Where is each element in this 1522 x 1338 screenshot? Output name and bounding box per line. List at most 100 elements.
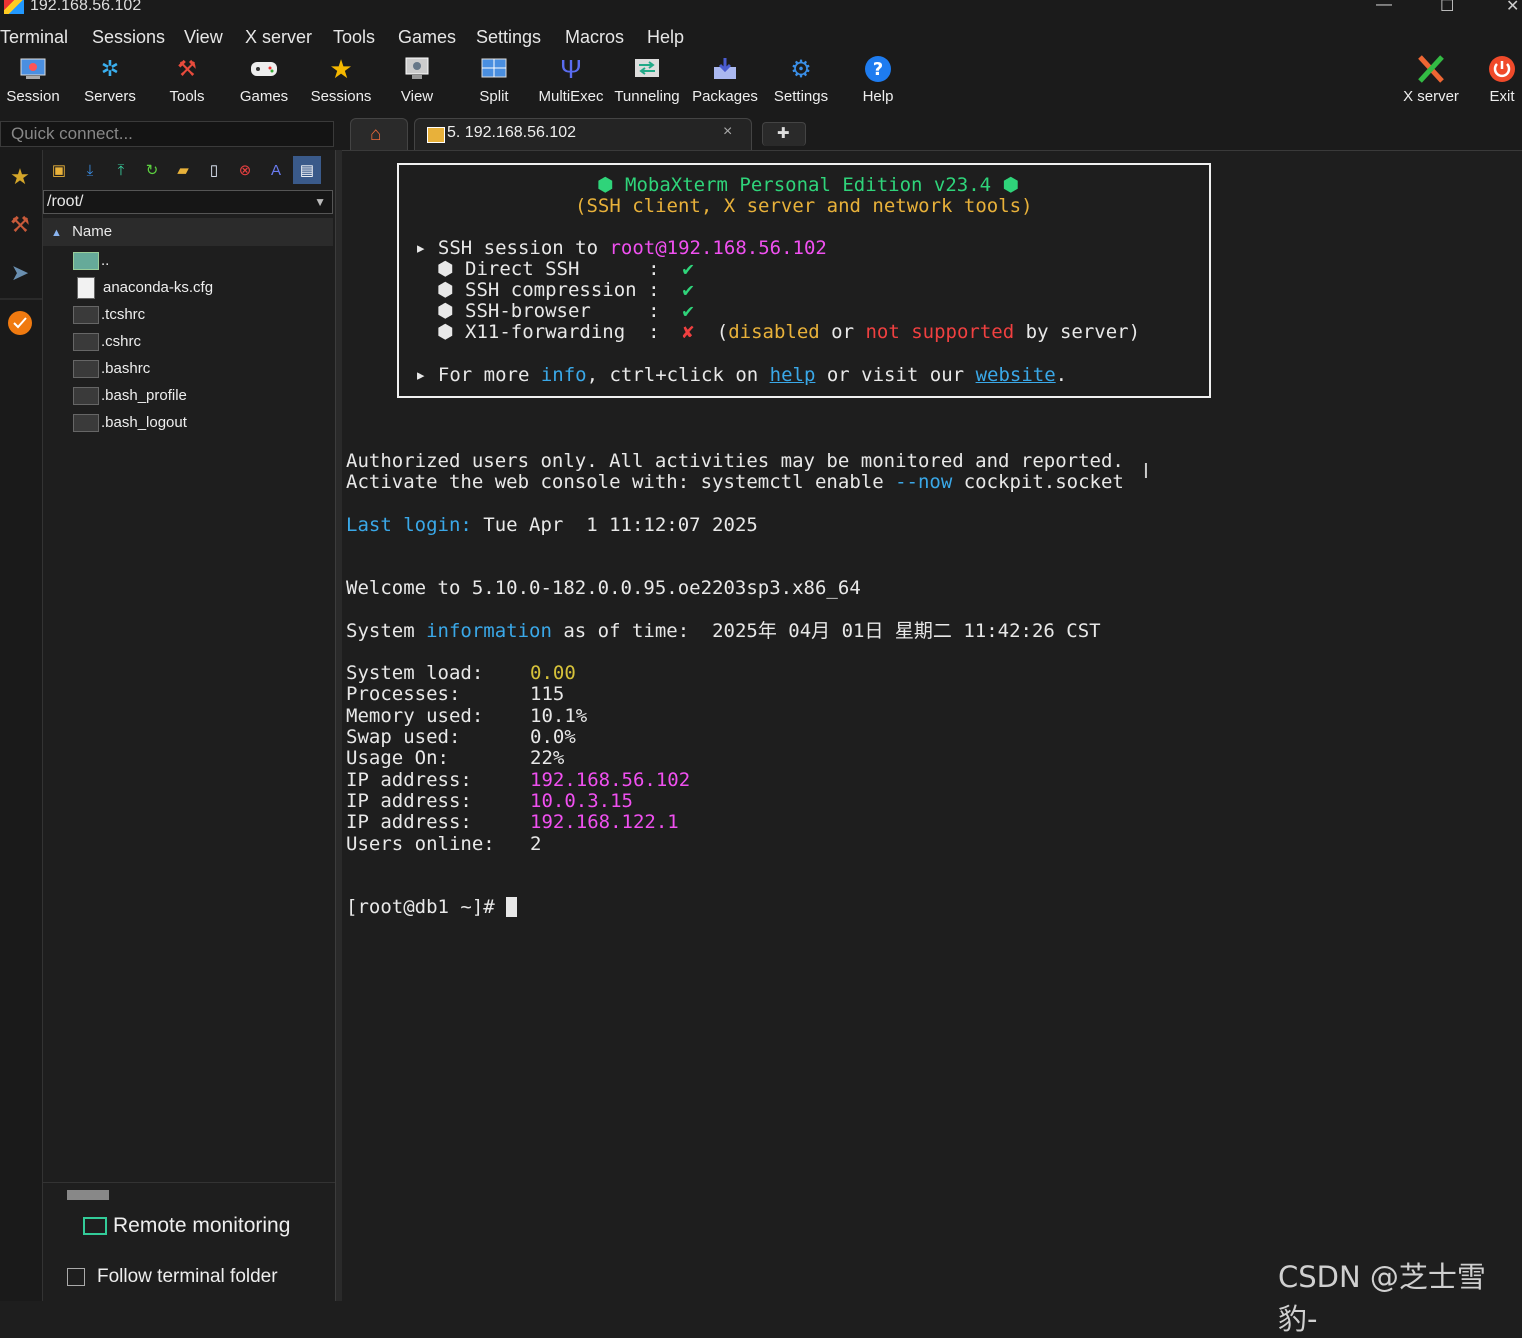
maximize-button[interactable]: ☐ (1440, 0, 1454, 16)
tools-side-icon[interactable]: ⚒ (5, 210, 35, 240)
menu-tools[interactable]: Tools (333, 27, 375, 48)
help-link[interactable]: help (770, 364, 816, 386)
stat-value: 0.00 (530, 662, 576, 684)
path-field[interactable]: /root/ ▼ (43, 190, 333, 214)
minimize-button[interactable]: — (1376, 0, 1392, 14)
system-info-line: System information as of time: 2025年 04月… (346, 620, 1101, 642)
toolbar-settings-button[interactable]: ⚙ Settings (765, 54, 837, 106)
home-icon: ⌂ (370, 124, 382, 145)
menu-view[interactable]: View (184, 27, 223, 48)
delete-icon[interactable]: ⊗ (235, 160, 255, 180)
toolbar-x-server-button[interactable]: X server (1395, 54, 1467, 105)
feature-line: ⬢ SSH compression : ✔ (437, 279, 694, 301)
last-login-line: Last login: Tue Apr 1 11:12:07 2025 (346, 514, 758, 536)
sort-ascending-icon: ▲ (51, 227, 62, 239)
parent-folder-icon[interactable]: ▣ (49, 160, 69, 180)
website-link[interactable]: website (976, 364, 1056, 386)
quick-connect-input[interactable]: Quick connect... (0, 121, 334, 147)
stat-value: 10.0.3.15 (530, 790, 633, 812)
file-icon (73, 414, 99, 433)
mouse-ibeam-cursor: I (1143, 459, 1149, 483)
toolbar-multiexec-button[interactable]: Ψ MultiExec (535, 54, 607, 106)
toggle-view-icon[interactable]: ▤ (293, 156, 321, 184)
close-button[interactable]: ✕ (1506, 0, 1519, 16)
file-row[interactable]: .cshrc (73, 329, 141, 355)
file-row[interactable]: .bash_profile (73, 383, 187, 409)
toolbar-packages-button[interactable]: Packages (689, 54, 761, 105)
file-icon (73, 333, 99, 352)
remote-monitoring-button[interactable]: Remote monitoring (83, 1214, 290, 1238)
banner-more-line: ▸ For more info, ctrl+click on help or v… (415, 364, 1068, 386)
file-icon (73, 306, 99, 325)
stat-value: 0.0% (530, 726, 576, 748)
file-row[interactable]: .. (73, 248, 109, 274)
rename-icon[interactable]: A (266, 160, 286, 180)
stat-value: 192.168.122.1 (530, 811, 679, 833)
stat-label: Swap used: (346, 726, 461, 748)
menu-x-server[interactable]: X server (245, 27, 312, 48)
menu-help[interactable]: Help (647, 27, 684, 48)
toolbar-servers-button[interactable]: ✲ Servers (74, 54, 146, 105)
toolbar-split-button[interactable]: Split (458, 54, 530, 105)
view-icon (402, 54, 432, 84)
stat-label: IP address: (346, 769, 472, 791)
sessions-star-icon[interactable]: ★ (5, 162, 35, 192)
stat-label: Memory used: (346, 705, 484, 727)
toolbar-games-button[interactable]: Games (228, 54, 300, 105)
file-row[interactable]: .bash_logout (73, 410, 187, 436)
horizontal-scrollbar[interactable] (67, 1190, 109, 1200)
tab-close-icon[interactable]: × (723, 123, 732, 141)
stat-value: 192.168.56.102 (530, 769, 691, 791)
download-icon[interactable]: ⤓ (80, 160, 100, 180)
new-tab-button[interactable]: ✚ (762, 122, 806, 146)
text-file-icon (77, 277, 95, 300)
stat-value: 22% (530, 747, 565, 769)
terminal-area[interactable]: ⬢ MobaXterm Personal Edition v23.4 ⬢ (SS… (342, 151, 1522, 1301)
toolbar-session-button[interactable]: Session (0, 54, 69, 105)
file-row[interactable]: .bashrc (73, 356, 150, 382)
session-tab-label: 5. 192.168.56.102 (447, 124, 577, 141)
shell-prompt[interactable]: [root@db1 ~]# (346, 897, 518, 918)
terminal-icon (427, 127, 445, 143)
sftp-toolbar: ▣ ⤓ ⤒ ↻ ▰ ▯ ⊗ A ▤ (43, 156, 335, 186)
menu-macros[interactable]: Macros (565, 27, 624, 48)
refresh-icon[interactable]: ↻ (142, 160, 162, 180)
menu-games[interactable]: Games (398, 27, 456, 48)
window-title: 192.168.56.102 (30, 0, 142, 14)
x-server-icon (1416, 54, 1446, 84)
menu-terminal[interactable]: Terminal (0, 27, 68, 48)
servers-icon: ✲ (100, 56, 120, 81)
banner-subtitle: (SSH client, X server and network tools) (575, 195, 1033, 217)
toolbar: Session ✲ Servers ⚒ Tools Games ★ Sessio… (0, 50, 1522, 116)
toolbar-sessions-button[interactable]: ★ Sessions (305, 54, 377, 106)
chevron-down-icon[interactable]: ▼ (314, 191, 326, 213)
checkbox[interactable] (67, 1267, 85, 1286)
session-tab[interactable]: 5. 192.168.56.102 × (414, 118, 752, 150)
monitor-icon (83, 1217, 107, 1236)
upload-icon[interactable]: ⤒ (111, 160, 131, 180)
toolbar-exit-button[interactable]: Exit (1472, 54, 1522, 105)
toolbar-help-button[interactable]: ? Help (842, 54, 914, 105)
menu-bar: Terminal Sessions View X server Tools Ga… (0, 24, 1522, 50)
toolbar-tunneling-button[interactable]: Tunneling (611, 54, 683, 105)
menu-settings[interactable]: Settings (476, 27, 541, 48)
sftp-paper-plane-icon[interactable]: ➤ (5, 258, 35, 288)
banner-session-line: ▸ SSH session to root@192.168.56.102 (415, 237, 827, 259)
feature-line: ⬢ Direct SSH : ✔ (437, 258, 694, 280)
macros-icon[interactable] (5, 308, 35, 338)
menu-sessions[interactable]: Sessions (92, 27, 165, 48)
parent-dir-icon (73, 252, 99, 271)
tunneling-icon (632, 54, 662, 84)
toolbar-view-button[interactable]: View (381, 54, 453, 105)
toolbar-tools-button[interactable]: ⚒ Tools (151, 54, 223, 105)
stat-label: System load: (346, 662, 484, 684)
follow-terminal-folder-checkbox[interactable]: Follow terminal folder (67, 1266, 278, 1288)
new-folder-icon[interactable]: ▰ (173, 160, 193, 180)
name-column-header[interactable]: ▲ Name (43, 218, 333, 246)
file-row[interactable]: .tcshrc (73, 302, 145, 328)
new-file-icon[interactable]: ▯ (204, 160, 224, 180)
file-row[interactable]: anaconda-ks.cfg (73, 275, 213, 301)
file-icon (73, 387, 99, 406)
left-sidebar: ★ ⚒ ➤ (0, 150, 43, 1301)
home-tab[interactable]: ⌂ (350, 118, 408, 150)
